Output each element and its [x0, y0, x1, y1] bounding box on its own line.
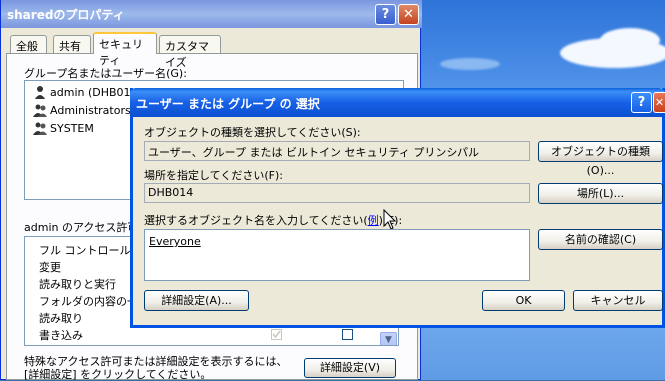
- list-item[interactable]: Administrators: [33, 103, 131, 121]
- group-icon: [33, 121, 47, 135]
- help-icon: ?: [381, 7, 390, 22]
- group-label: グループ名またはユーザー名(G):: [24, 67, 187, 80]
- object-name-value: Everyone: [149, 235, 201, 248]
- deny-checkbox[interactable]: [342, 329, 353, 340]
- scroll-down-button[interactable]: ▼: [380, 332, 397, 345]
- properties-title: sharedのプロパティ: [7, 8, 125, 22]
- user-icon: [33, 85, 47, 99]
- help-button[interactable]: ?: [375, 4, 396, 25]
- object-name-label: 選択するオブジェクト名を入力してください(例)(E):: [144, 212, 402, 228]
- close-button[interactable]: ✕: [398, 4, 419, 25]
- tab-security[interactable]: セキュリティ: [93, 32, 157, 67]
- allow-checkbox[interactable]: [271, 329, 282, 340]
- group-icon: [33, 103, 47, 117]
- dialog-title: ユーザー または グループ の 選択: [136, 97, 320, 111]
- close-icon: ✕: [403, 7, 414, 22]
- permission-item: フル コントロール: [39, 244, 131, 257]
- tab-customize[interactable]: カスタマイズ: [159, 35, 221, 69]
- close-icon: ✕: [654, 96, 665, 109]
- advanced-hint-text: 特殊なアクセス許可または詳細設定を表示するには、[詳細設定] をクリックしてくだ…: [24, 355, 288, 381]
- permission-item: 読み取りと実行: [39, 278, 116, 291]
- location-label: 場所を指定してください(F):: [144, 169, 283, 182]
- mouse-cursor-icon: [383, 209, 397, 230]
- user-name: Administrators: [50, 104, 131, 117]
- permissions-label: admin のアクセス許可: [24, 221, 139, 234]
- help-icon: ?: [637, 95, 646, 110]
- advanced-button[interactable]: 詳細設定(V): [304, 358, 396, 378]
- user-name: SYSTEM: [50, 122, 94, 135]
- object-name-input[interactable]: Everyone: [144, 229, 530, 281]
- ok-button[interactable]: OK: [482, 290, 565, 311]
- examples-link[interactable]: 例: [368, 214, 379, 227]
- object-types-button[interactable]: オブジェクトの種類(O)...: [538, 141, 663, 177]
- dialog-title-bar[interactable]: ユーザー または グループ の 選択 ? ✕: [130, 88, 665, 117]
- select-users-dialog: オブジェクトの種類を選択してください(S): ユーザー、グループ または ビルト…: [130, 88, 665, 328]
- dialog-close-button[interactable]: ✕: [653, 92, 665, 113]
- cloud: [600, 28, 660, 53]
- cloud: [440, 58, 500, 70]
- location-field: DHB014: [144, 183, 530, 203]
- list-item[interactable]: SYSTEM: [33, 121, 94, 139]
- check-names-button[interactable]: 名前の確認(C): [538, 229, 663, 250]
- list-item[interactable]: admin (DHB014: [33, 85, 138, 103]
- tab-general[interactable]: 全般: [10, 35, 47, 53]
- cancel-button[interactable]: キャンセル: [573, 290, 663, 311]
- user-name: admin (DHB014: [50, 86, 138, 99]
- object-type-label: オブジェクトの種類を選択してください(S):: [144, 126, 361, 139]
- dialog-advanced-button[interactable]: 詳細設定(A)...: [144, 290, 249, 311]
- permission-item: 変更: [39, 261, 61, 274]
- dialog-help-button[interactable]: ?: [631, 92, 652, 113]
- permission-item: 書き込み: [39, 329, 83, 342]
- tab-sharing[interactable]: 共有: [53, 35, 91, 53]
- properties-title-bar[interactable]: sharedのプロパティ ? ✕: [1, 0, 422, 28]
- object-name-label-prefix: 選択するオブジェクト名を入力してください(: [144, 214, 368, 227]
- permission-item: フォルダの内容の一: [39, 295, 138, 308]
- locations-button[interactable]: 場所(L)...: [538, 183, 663, 204]
- object-type-field: ユーザー、グループ または ビルトイン セキュリティ プリンシパル: [144, 141, 530, 161]
- permission-item: 読み取り: [39, 312, 83, 325]
- chevron-down-icon: ▼: [385, 335, 392, 345]
